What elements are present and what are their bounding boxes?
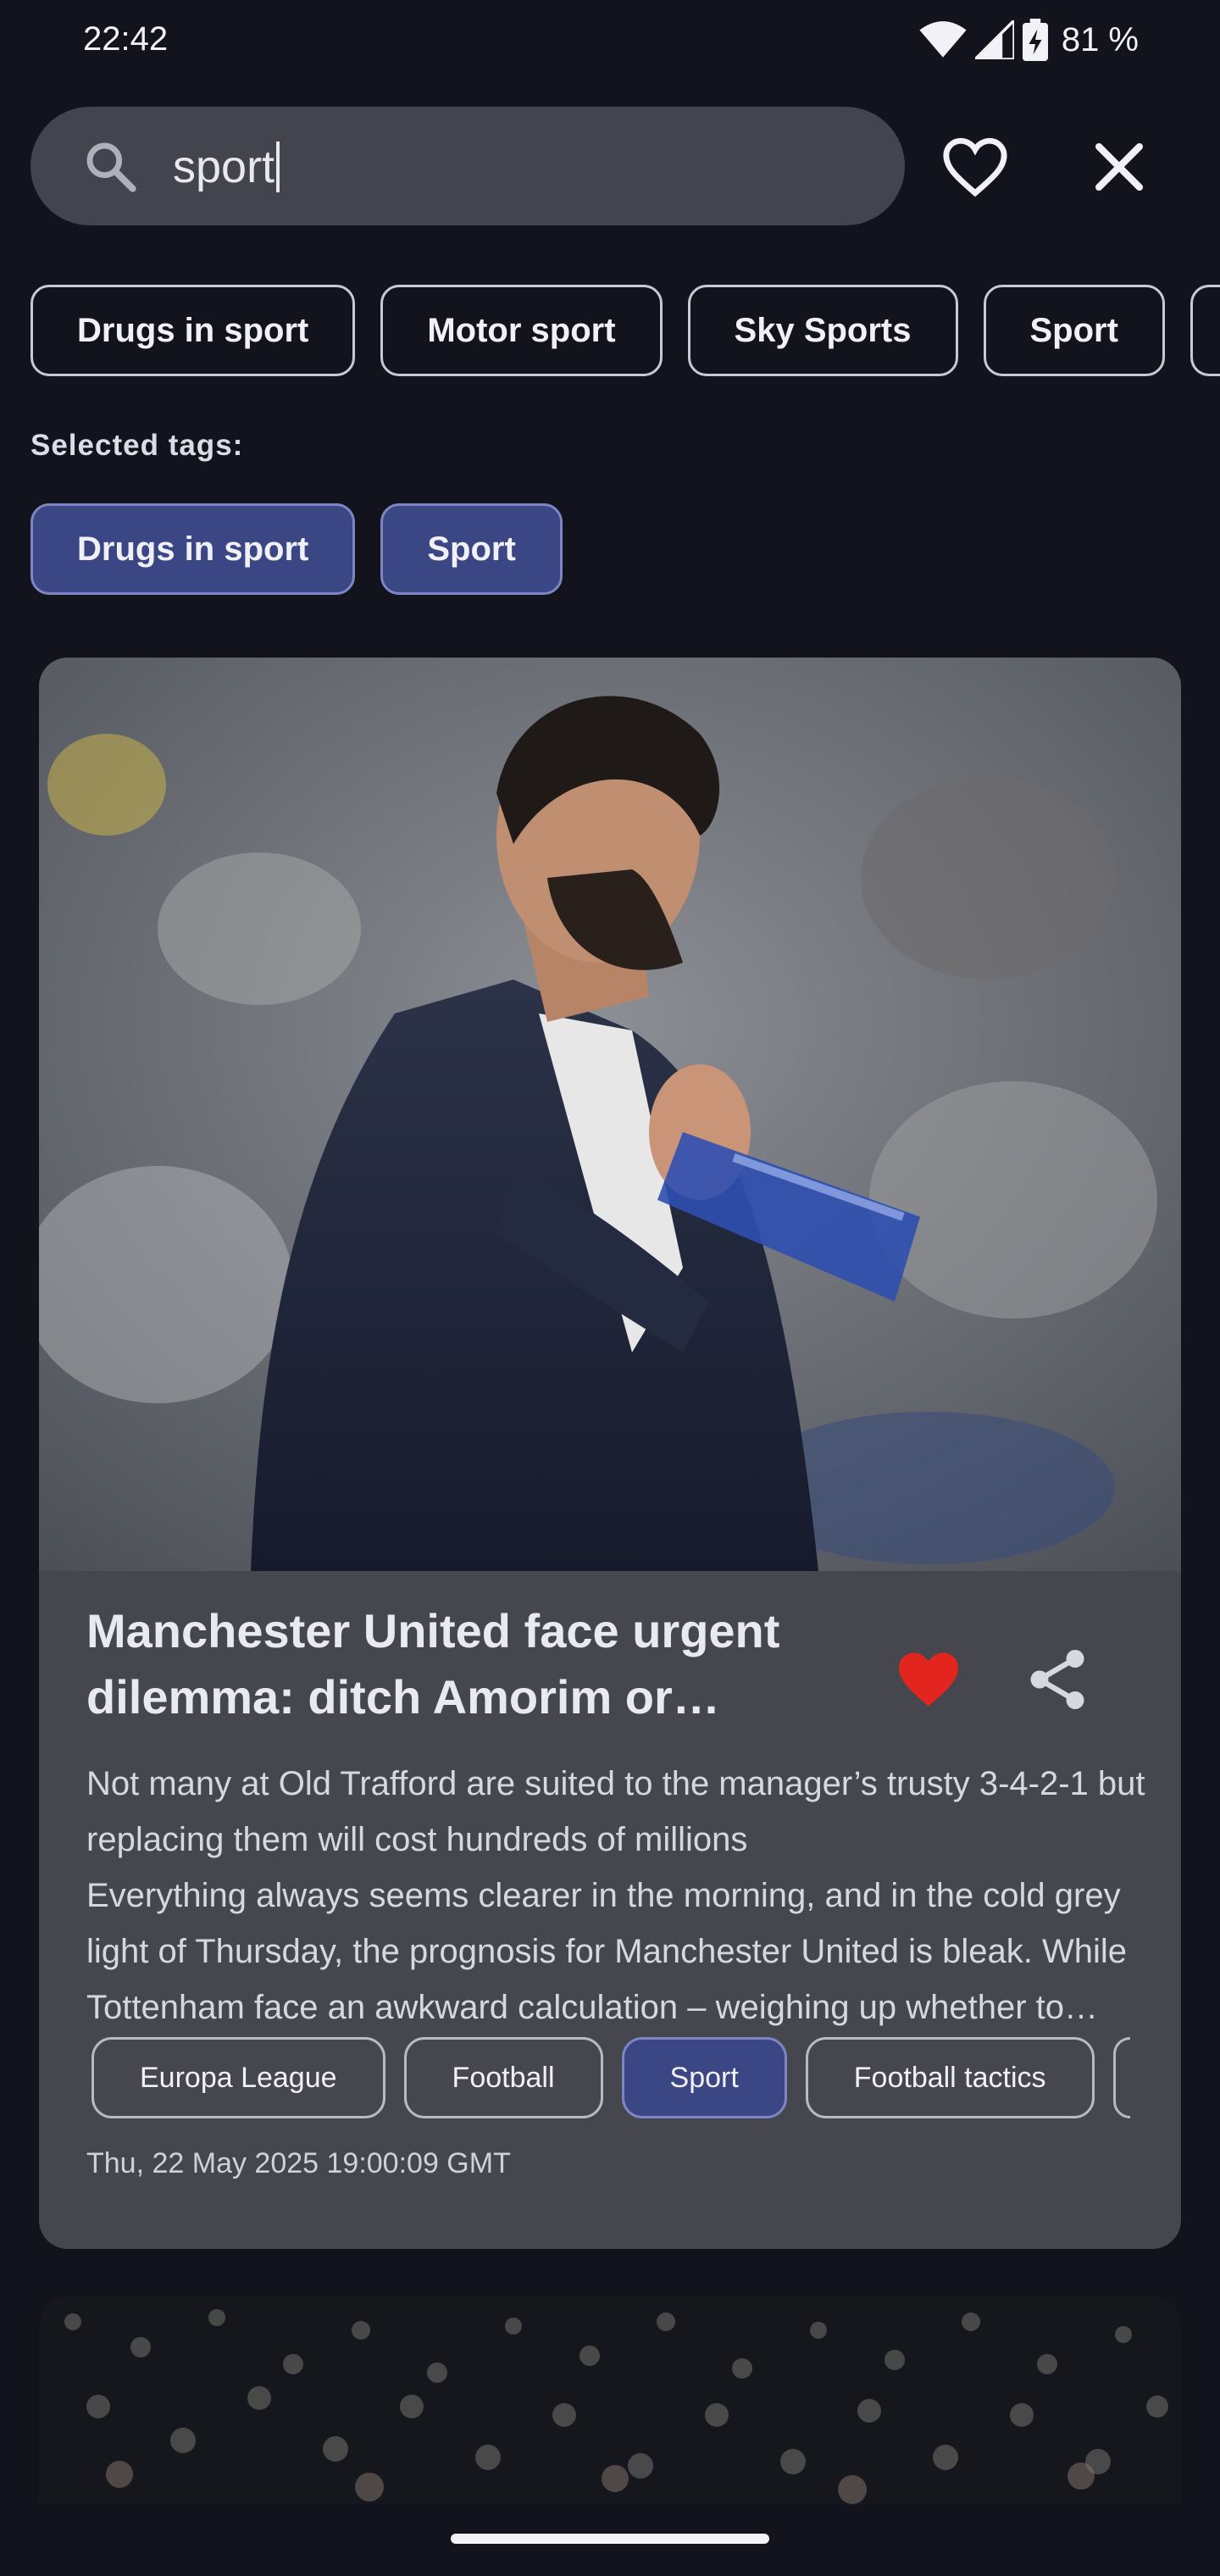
article-tag-sport[interactable]: Sport: [621, 2037, 787, 2118]
selected-tags-label: Selected tags:: [30, 429, 244, 462]
favorite-heart-icon[interactable]: [893, 1644, 964, 1715]
search-bar[interactable]: sport: [30, 107, 905, 225]
article-tag-overflow[interactable]: [1112, 2037, 1130, 2118]
share-icon[interactable]: [1022, 1644, 1093, 1715]
tag-chip-overflow[interactable]: [1190, 285, 1220, 376]
article-body: Manchester United face urgent dilemma: d…: [39, 1571, 1181, 2249]
close-icon[interactable]: [1084, 132, 1154, 202]
tag-chip-sky-sports[interactable]: Sky Sports: [687, 285, 958, 376]
selected-tags-row: Drugs in sport Sport: [30, 503, 563, 595]
article-date: Thu, 22 May 2025 19:00:09 GMT: [86, 2147, 511, 2179]
wifi-icon: [919, 21, 967, 58]
favorites-heart-icon[interactable]: [940, 132, 1010, 202]
article-title[interactable]: Manchester United face urgent dilemma: d…: [86, 1598, 849, 1730]
article-tag-football-tactics[interactable]: Football tactics: [805, 2037, 1095, 2118]
article-tag-football[interactable]: Football: [403, 2037, 603, 2118]
article-tag-row: Europa League Football Sport Football ta…: [92, 2037, 1142, 2122]
search-query: sport: [173, 142, 275, 192]
selected-tag-drugs-in-sport[interactable]: Drugs in sport: [30, 503, 356, 595]
tag-chip-motor-sport[interactable]: Motor sport: [380, 285, 663, 376]
battery-level: 81 %: [1061, 20, 1139, 58]
status-time: 22:42: [83, 20, 169, 58]
text-caret: [276, 142, 280, 192]
signal-icon: [974, 20, 1014, 59]
article-image: [39, 658, 1181, 1571]
next-article-image: [39, 2296, 1181, 2505]
next-article-card[interactable]: [39, 2296, 1181, 2505]
article-card[interactable]: Manchester United face urgent dilemma: d…: [39, 658, 1181, 2249]
home-indicator[interactable]: [451, 2534, 769, 2544]
search-input[interactable]: sport: [173, 141, 280, 193]
selected-tag-sport[interactable]: Sport: [380, 503, 563, 595]
tag-chip-drugs-in-sport[interactable]: Drugs in sport: [30, 285, 356, 376]
article-description: Not many at Old Trafford are suited to t…: [86, 1765, 1145, 2026]
status-bar: 22:42 81 %: [0, 0, 1220, 85]
battery-charging-icon: [1022, 19, 1048, 61]
tag-suggestion-row: Drugs in sport Motor sport Sky Sports Sp…: [0, 285, 1220, 380]
article-tag-europa-league[interactable]: Europa League: [92, 2037, 385, 2118]
search-icon: [86, 142, 136, 192]
tag-chip-sport[interactable]: Sport: [983, 285, 1165, 376]
